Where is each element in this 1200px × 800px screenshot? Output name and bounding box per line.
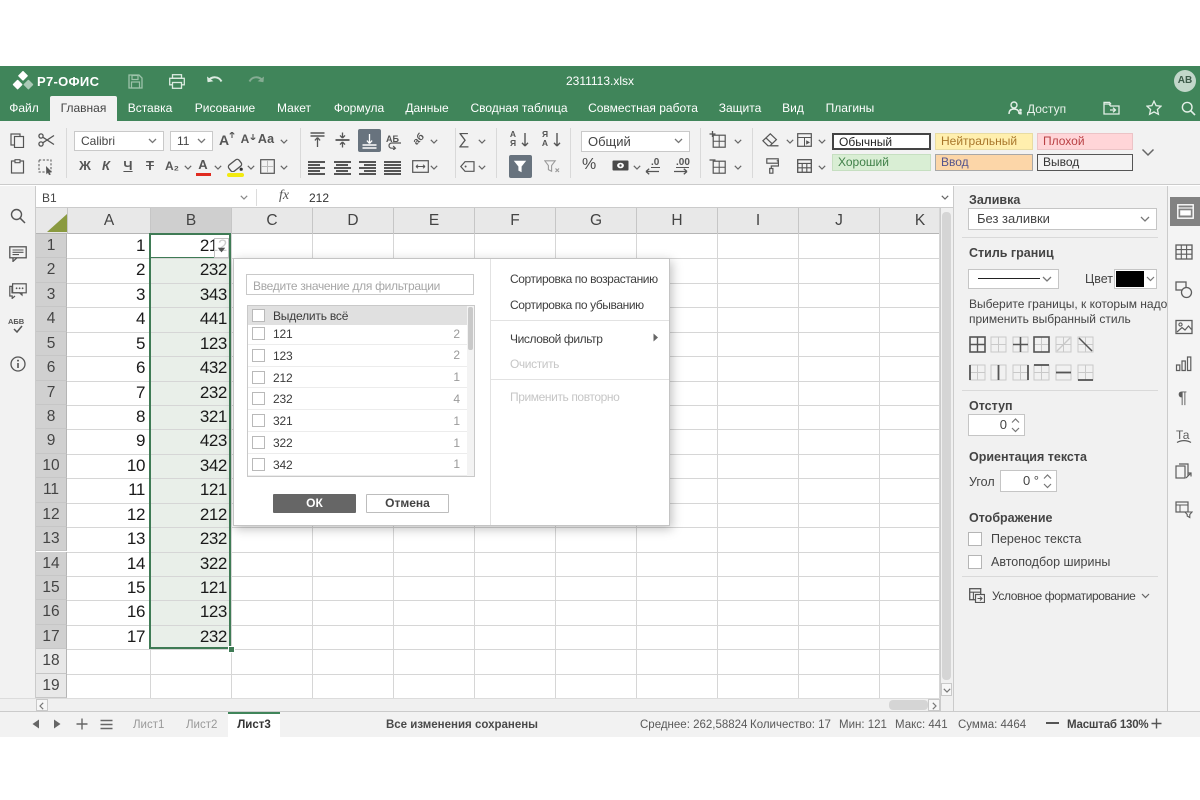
svg-text:Та: Та: [1176, 428, 1190, 442]
